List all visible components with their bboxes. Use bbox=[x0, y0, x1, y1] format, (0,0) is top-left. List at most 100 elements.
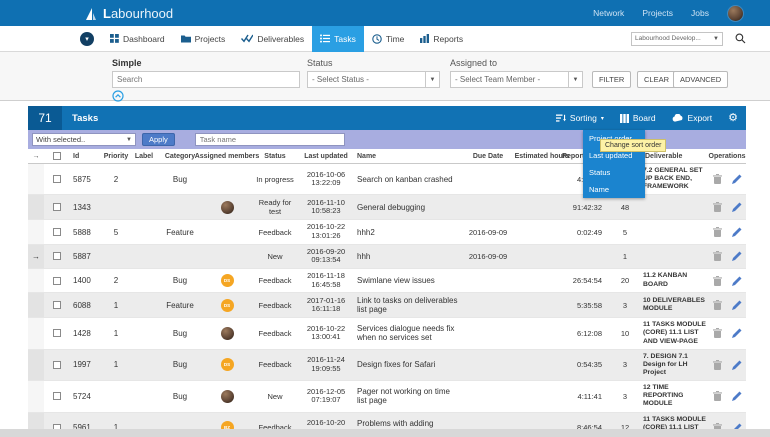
col-header-id: Id bbox=[73, 152, 80, 160]
delete-task-icon[interactable] bbox=[712, 202, 722, 213]
cell-estimated-hours bbox=[516, 293, 568, 317]
user-avatar[interactable] bbox=[727, 4, 744, 22]
cell-name: Design fixes for Safari bbox=[357, 360, 436, 370]
project-selector[interactable]: Labourhood Develop... ▼ bbox=[631, 31, 723, 46]
cell-category bbox=[158, 195, 202, 219]
task-row[interactable]: 1400 2 Bug DS Feedback 2016-11-18 16:45:58 Swim… bbox=[28, 268, 746, 294]
edit-task-icon[interactable] bbox=[731, 328, 742, 339]
cell-reported-hours: 0:54:35 bbox=[576, 360, 602, 370]
filter-button[interactable]: FILTER bbox=[592, 71, 632, 88]
edit-task-icon[interactable] bbox=[731, 300, 742, 311]
nav-link-network[interactable]: Network bbox=[593, 8, 624, 18]
edit-task-icon[interactable] bbox=[731, 391, 742, 402]
export-button[interactable]: Export bbox=[672, 113, 712, 123]
task-row[interactable]: 5724 Bug New 2016-12-05 07:19:07 Pager not wo… bbox=[28, 381, 746, 413]
clear-button[interactable]: CLEAR bbox=[637, 71, 677, 88]
delete-task-icon[interactable] bbox=[712, 251, 722, 262]
tab-time[interactable]: Time bbox=[364, 26, 413, 52]
delete-task-icon[interactable] bbox=[712, 275, 722, 286]
cell-deliverable: 11 TASKS MODULE (CORE) 11.1 LIST AND VIE… bbox=[643, 321, 706, 345]
member-avatar[interactable] bbox=[220, 200, 234, 214]
cell-due-date bbox=[460, 293, 516, 317]
delete-task-icon[interactable] bbox=[712, 174, 722, 185]
task-name-input[interactable] bbox=[194, 133, 345, 146]
simple-label: Simple bbox=[112, 58, 142, 68]
collapse-filters-icon[interactable] bbox=[112, 90, 124, 102]
row-checkbox[interactable] bbox=[53, 203, 61, 212]
row-checkbox-cell bbox=[44, 195, 70, 219]
search-input[interactable] bbox=[112, 71, 300, 88]
delete-task-icon[interactable] bbox=[712, 300, 722, 311]
tab-dashboard[interactable]: Dashboard bbox=[102, 26, 173, 52]
task-row[interactable]: 6088 1 Feature DS Feedback 2017-01-16 16:11:18… bbox=[28, 293, 746, 319]
reports-icon bbox=[420, 34, 430, 43]
col-header-priority: Priority bbox=[103, 152, 129, 160]
row-checkbox-cell bbox=[44, 164, 70, 194]
nav-link-projects[interactable]: Projects bbox=[642, 8, 673, 18]
edit-task-icon[interactable] bbox=[731, 202, 742, 213]
task-row[interactable]: 1343 Ready for test 2016-11-10 10:58:23 Gene… bbox=[28, 195, 746, 221]
edit-task-icon[interactable] bbox=[731, 251, 742, 262]
cell-operations bbox=[708, 269, 746, 292]
edit-task-icon[interactable] bbox=[731, 174, 742, 185]
cell-category bbox=[158, 245, 202, 268]
sort-option-name[interactable]: Name bbox=[583, 181, 645, 198]
sort-option-status[interactable]: Status bbox=[583, 164, 645, 181]
apply-button[interactable]: Apply bbox=[142, 133, 175, 146]
col-header-status: Status bbox=[264, 152, 286, 160]
tab-deliverables[interactable]: Deliverables bbox=[233, 26, 312, 52]
row-checkbox[interactable] bbox=[53, 301, 61, 310]
delete-task-icon[interactable] bbox=[712, 328, 722, 339]
cell-assigned-members bbox=[202, 318, 252, 348]
row-checkbox[interactable] bbox=[53, 228, 61, 237]
row-checkbox[interactable] bbox=[53, 392, 61, 401]
task-row[interactable]: 1997 1 Bug DS Feedback 2016-11-24 19:09:55 Desi… bbox=[28, 349, 746, 382]
member-avatar[interactable]: DS bbox=[220, 274, 234, 288]
edit-task-icon[interactable] bbox=[731, 276, 742, 286]
cell-label bbox=[130, 269, 158, 292]
edit-task-icon[interactable] bbox=[731, 360, 742, 370]
member-avatar[interactable]: DS bbox=[220, 358, 234, 372]
advanced-button[interactable]: ADVANCED bbox=[673, 71, 729, 88]
team-member-select[interactable]: - Select Team Member - ▼ bbox=[450, 71, 583, 88]
brand[interactable]: Labourhood bbox=[84, 6, 173, 21]
task-row[interactable]: → 5887 New 2016-09-20 09:13:54 hhh 2016-09-09 1 bbox=[28, 244, 746, 269]
with-selected-select[interactable]: With selected.. ▼ bbox=[32, 133, 136, 146]
deliverables-icon bbox=[241, 34, 254, 43]
cell-priority: 1 bbox=[113, 328, 119, 338]
row-checkbox[interactable] bbox=[53, 276, 61, 285]
tab-projects[interactable]: Projects bbox=[173, 26, 234, 52]
cell-due-date bbox=[460, 350, 516, 380]
status-select[interactable]: - Select Status - ▼ bbox=[307, 71, 440, 88]
row-checkbox[interactable] bbox=[53, 252, 61, 261]
edit-task-icon[interactable] bbox=[731, 227, 742, 238]
nav-link-jobs[interactable]: Jobs bbox=[691, 8, 709, 18]
settings-gear-icon[interactable]: ⚙ bbox=[728, 112, 738, 124]
delete-task-icon[interactable] bbox=[712, 227, 722, 238]
select-all-checkbox[interactable] bbox=[53, 152, 61, 160]
row-checkbox[interactable] bbox=[53, 329, 61, 338]
row-checkbox[interactable] bbox=[53, 175, 61, 184]
sorting-button[interactable]: Sorting ▾ bbox=[555, 113, 604, 123]
delete-task-icon[interactable] bbox=[712, 391, 722, 402]
search-icon[interactable] bbox=[735, 33, 746, 44]
task-row[interactable]: 1428 1 Bug Feedback 2016-10-22 13:00:41 Servic… bbox=[28, 318, 746, 350]
labourhood-logo-icon bbox=[84, 6, 97, 21]
task-row[interactable]: 5888 5 Feature Feedback 2016-10-22 13:01:26 hh… bbox=[28, 220, 746, 245]
cell-deliverable: 10 DELIVERABLES MODULE bbox=[643, 297, 705, 313]
apps-menu-icon[interactable]: ▾ bbox=[80, 31, 94, 46]
cell-reported-hours: 4:11:41 bbox=[577, 391, 602, 401]
member-avatar[interactable]: DS bbox=[220, 298, 234, 312]
member-avatar[interactable] bbox=[220, 326, 234, 340]
cell-last-updated: 2017-01-16 16:11:18 bbox=[306, 295, 346, 314]
member-avatar[interactable] bbox=[220, 389, 234, 403]
cell-count: 3 bbox=[622, 300, 628, 310]
delete-task-icon[interactable] bbox=[712, 359, 722, 370]
row-checkbox-cell bbox=[44, 318, 70, 348]
tab-reports[interactable]: Reports bbox=[412, 26, 471, 52]
cell-last-updated: 2016-11-10 10:58:23 bbox=[307, 197, 345, 216]
cell-id: 1428 bbox=[73, 328, 91, 338]
board-button[interactable]: Board bbox=[619, 113, 656, 123]
row-checkbox[interactable] bbox=[53, 360, 61, 369]
tab-tasks[interactable]: Tasks bbox=[312, 25, 364, 52]
